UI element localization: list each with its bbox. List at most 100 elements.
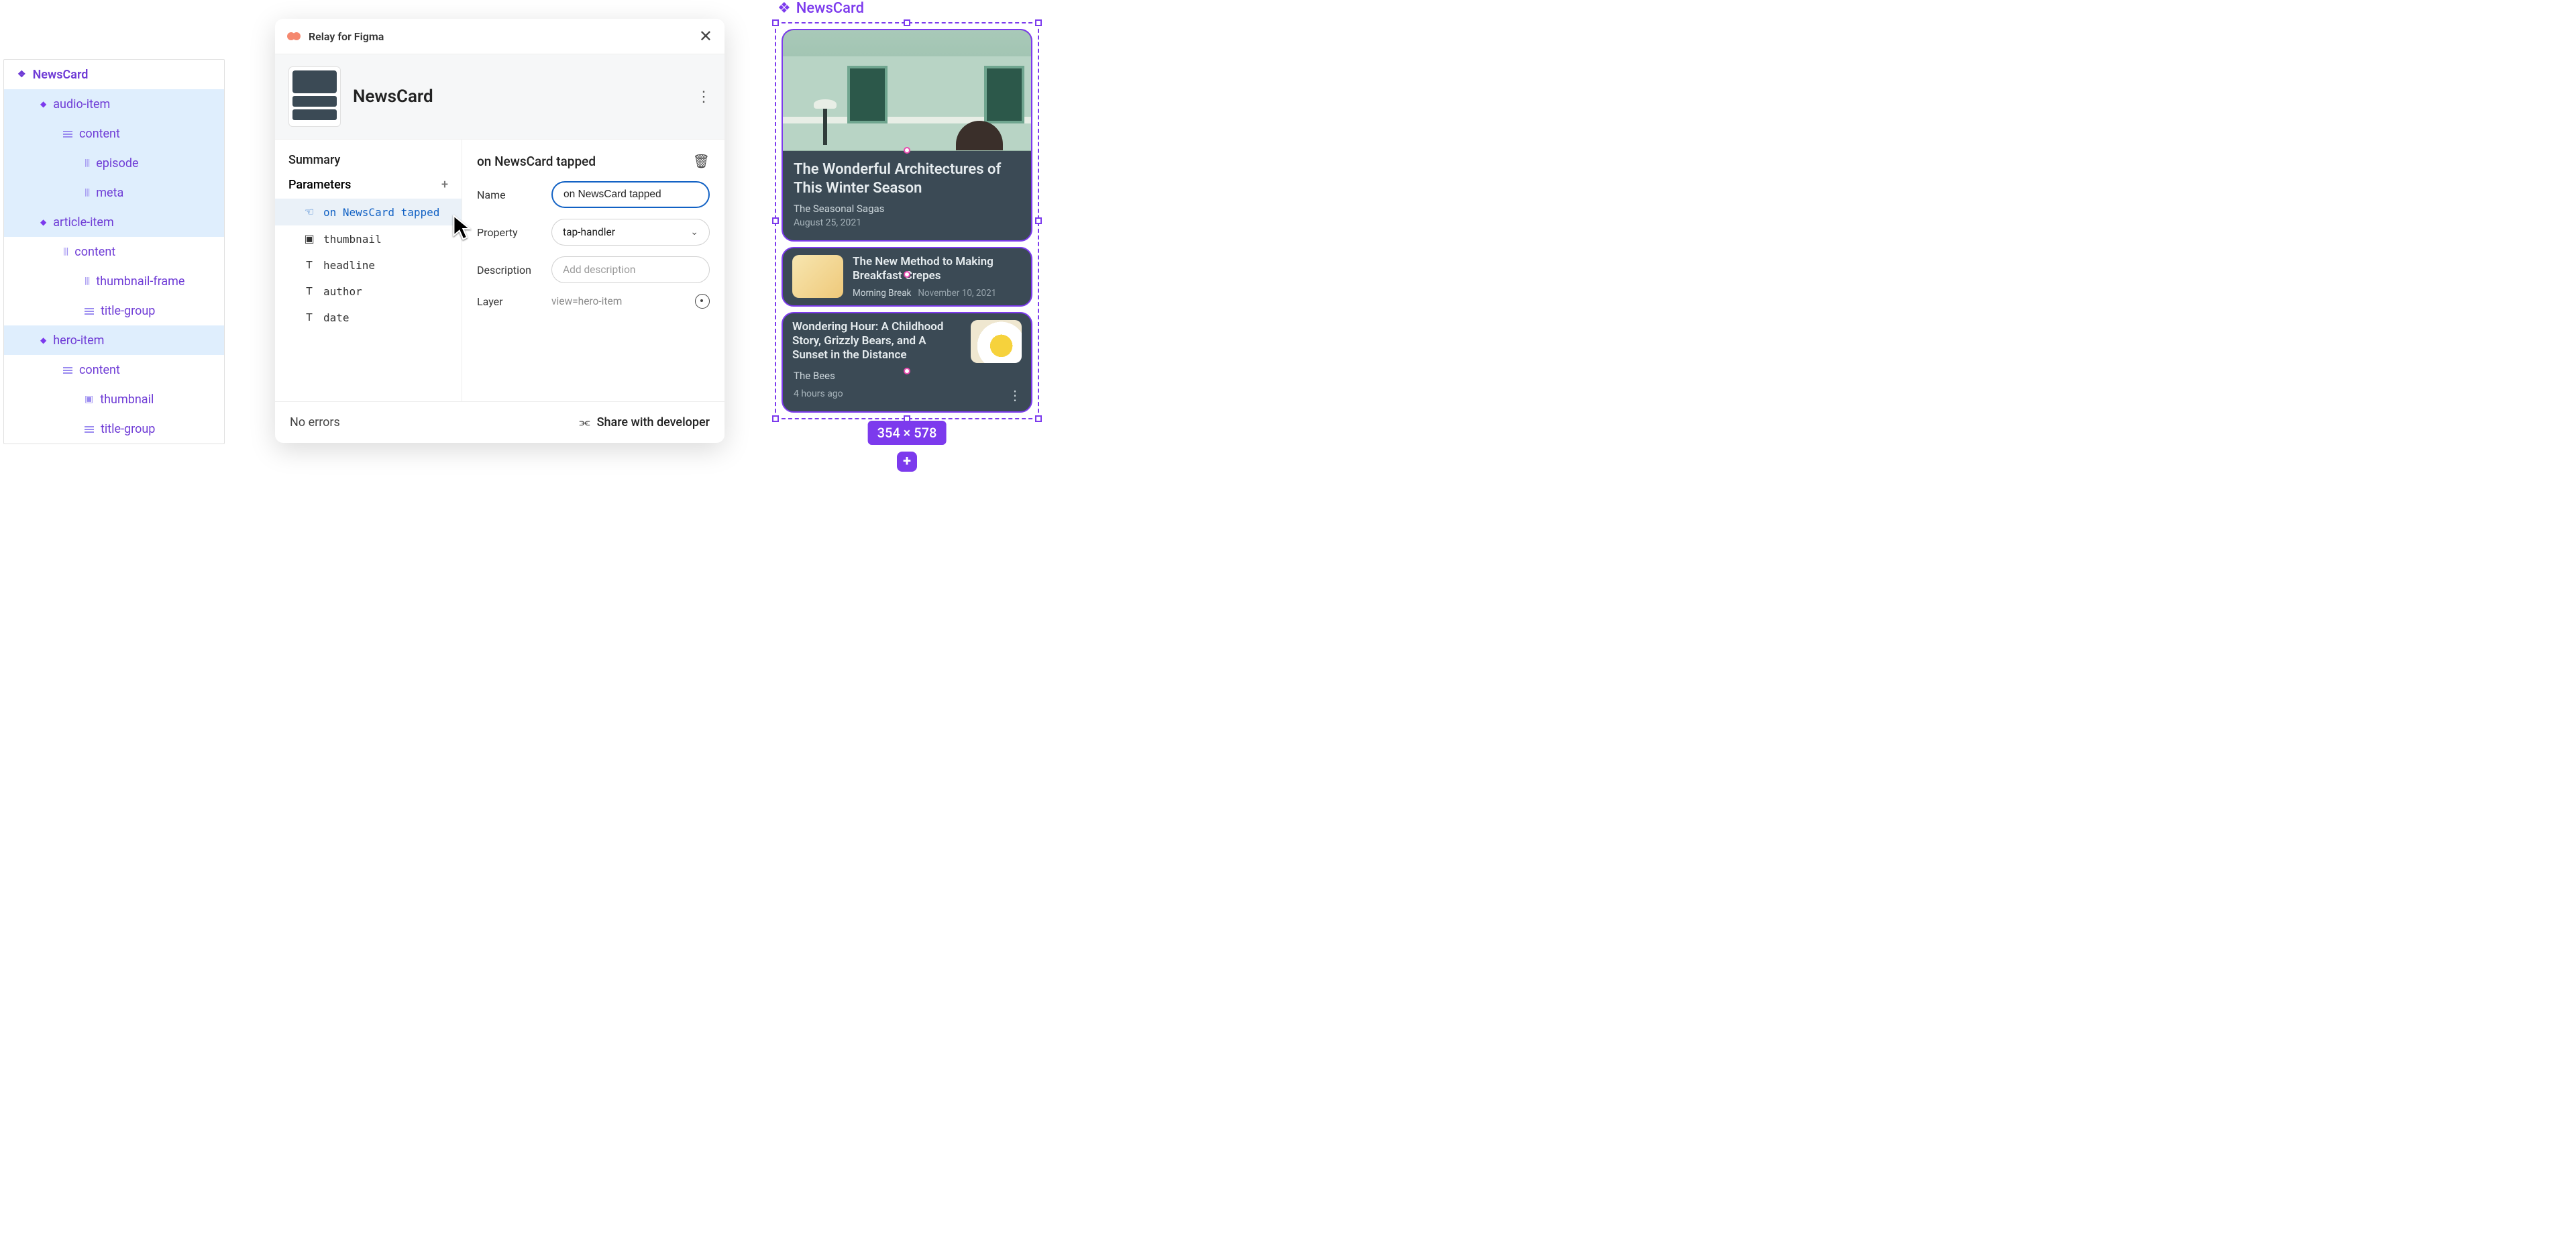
- param-date[interactable]: Tdate: [275, 305, 462, 331]
- name-label: Name: [477, 189, 541, 201]
- newscard-component: The Wonderful Architectures of This Wint…: [782, 29, 1032, 413]
- share-with-developer-button[interactable]: ⫘ Share with developer: [579, 415, 710, 429]
- add-parameter-button[interactable]: +: [441, 178, 448, 192]
- audio-thumbnail: [971, 320, 1022, 363]
- component-icon: ❖: [777, 0, 791, 17]
- parameters-heading: Parameters: [288, 178, 351, 192]
- hero-publisher: The Seasonal Sagas: [794, 203, 1020, 215]
- text-icon: T: [303, 312, 315, 324]
- article-headline: The New Method to Making Breakfast Crepe…: [853, 255, 1022, 284]
- layer-row-episode[interactable]: |||episode: [4, 148, 224, 178]
- layer-row-content[interactable]: content: [4, 119, 224, 148]
- error-status: No errors: [290, 415, 340, 429]
- param-on-NewsCard-tapped[interactable]: ☜ on NewsCard tapped: [275, 199, 462, 225]
- param-headline[interactable]: Theadline: [275, 252, 462, 278]
- article-thumbnail: [792, 255, 843, 298]
- resize-handle[interactable]: [772, 217, 779, 224]
- layer-label: content: [79, 127, 120, 141]
- layer-row-thumbnail-frame[interactable]: |||thumbnail-frame: [4, 266, 224, 296]
- layer-label-field: Layer: [477, 295, 541, 308]
- hero-date: August 25, 2021: [794, 217, 1020, 228]
- summary-heading: Summary: [275, 153, 462, 178]
- layer-row-audio-item[interactable]: ◆audio-item: [4, 89, 224, 119]
- property-label: Property: [477, 226, 541, 239]
- add-variant-button[interactable]: +: [897, 452, 917, 472]
- resize-handle[interactable]: [772, 415, 779, 422]
- layer-label: content: [74, 245, 115, 259]
- resize-handle[interactable]: [1035, 415, 1042, 422]
- layer-label: thumbnail-frame: [96, 274, 184, 289]
- text-icon: T: [303, 286, 315, 298]
- close-button[interactable]: ✕: [699, 28, 712, 44]
- resize-handle[interactable]: [904, 19, 910, 26]
- resize-handle[interactable]: [772, 19, 779, 26]
- plugin-header: Relay for Figma ✕: [275, 19, 724, 54]
- property-select[interactable]: tap-handler ⌄: [551, 219, 710, 246]
- description-input[interactable]: Add description: [551, 256, 710, 283]
- article-publisher: Morning Break: [853, 288, 911, 299]
- tap-icon: ☜: [303, 205, 315, 219]
- layer-label: meta: [96, 186, 123, 200]
- component-summary: NewsCard ⋮: [275, 54, 724, 140]
- anchor-handle[interactable]: [904, 271, 910, 278]
- relay-logo-icon: [287, 32, 302, 41]
- image-icon: ▣: [303, 232, 315, 246]
- detail-title: on NewsCard tapped: [477, 154, 596, 169]
- name-input[interactable]: [551, 181, 710, 208]
- layer-label: content: [79, 363, 120, 377]
- layer-label: hero-item: [53, 333, 104, 348]
- resize-handle[interactable]: [1035, 217, 1042, 224]
- layer-label: title-group: [101, 422, 155, 436]
- target-icon[interactable]: [695, 294, 710, 309]
- param-label: headline: [323, 259, 375, 272]
- share-icon: ⫘: [579, 415, 590, 429]
- param-label: author: [323, 285, 362, 298]
- layer-row-meta[interactable]: |||meta: [4, 178, 224, 207]
- plugin-name: Relay for Figma: [309, 30, 384, 43]
- dimensions-badge: 354 × 578: [868, 421, 947, 445]
- article-date: November 10, 2021: [918, 288, 996, 299]
- layer-label: article-item: [53, 215, 114, 229]
- canvas-preview: ❖ NewsCard The Wonderful Architectures o…: [775, 0, 1039, 419]
- delete-parameter-button[interactable]: 🗑: [693, 153, 710, 169]
- component-title: NewsCard: [353, 87, 684, 107]
- layer-label: NewsCard: [33, 68, 89, 82]
- relay-plugin-panel: Relay for Figma ✕ NewsCard ⋮ Summary Par…: [275, 19, 724, 443]
- layer-label: thumbnail: [100, 393, 154, 407]
- component-menu-button[interactable]: ⋮: [696, 89, 711, 105]
- layer-value: view=hero-item: [551, 295, 622, 307]
- layer-label: audio-item: [53, 97, 110, 111]
- description-placeholder: Add description: [563, 264, 635, 276]
- article-item[interactable]: The New Method to Making Breakfast Crepe…: [782, 247, 1032, 307]
- hero-headline: The Wonderful Architectures of This Wint…: [794, 160, 1020, 197]
- layer-row-thumbnail[interactable]: ▣thumbnail: [4, 384, 224, 414]
- layer-row-content[interactable]: content: [4, 355, 224, 384]
- layers-panel: ❖ NewsCard ◆audio-itemcontent|||episode|…: [3, 59, 225, 444]
- param-label: thumbnail: [323, 233, 382, 246]
- layer-root[interactable]: ❖ NewsCard: [4, 60, 224, 89]
- audio-menu-button[interactable]: ⋮: [1008, 387, 1022, 403]
- audio-item[interactable]: Wondering Hour: A Childhood Story, Grizz…: [782, 312, 1032, 413]
- resize-handle[interactable]: [1035, 19, 1042, 26]
- param-label: on NewsCard tapped: [323, 206, 439, 219]
- param-thumbnail[interactable]: ▣ thumbnail: [275, 225, 462, 252]
- canvas-component-label[interactable]: ❖ NewsCard: [775, 0, 1039, 17]
- chevron-down-icon: ⌄: [690, 227, 698, 238]
- param-label: date: [323, 311, 350, 324]
- param-author[interactable]: Tauthor: [275, 278, 462, 305]
- parameters-sidebar: Summary Parameters + ☜ on NewsCard tapped…: [275, 140, 462, 401]
- property-value: tap-handler: [563, 226, 615, 238]
- hero-item[interactable]: The Wonderful Architectures of This Wint…: [782, 29, 1032, 242]
- layer-row-article-item[interactable]: ◆article-item: [4, 207, 224, 237]
- share-label: Share with developer: [597, 415, 710, 429]
- layer-row-hero-item[interactable]: ◆hero-item: [4, 325, 224, 355]
- layer-label: episode: [96, 156, 138, 170]
- parameter-detail: on NewsCard tapped 🗑 Name Property tap-h…: [462, 140, 724, 401]
- layer-row-title-group[interactable]: title-group: [4, 296, 224, 325]
- layer-row-content[interactable]: |||content: [4, 237, 224, 266]
- audio-headline: Wondering Hour: A Childhood Story, Grizz…: [792, 320, 961, 363]
- component-thumbnail: [288, 66, 341, 127]
- selection-frame[interactable]: The Wonderful Architectures of This Wint…: [775, 22, 1039, 419]
- anchor-handle[interactable]: [904, 147, 910, 154]
- layer-row-title-group[interactable]: title-group: [4, 414, 224, 444]
